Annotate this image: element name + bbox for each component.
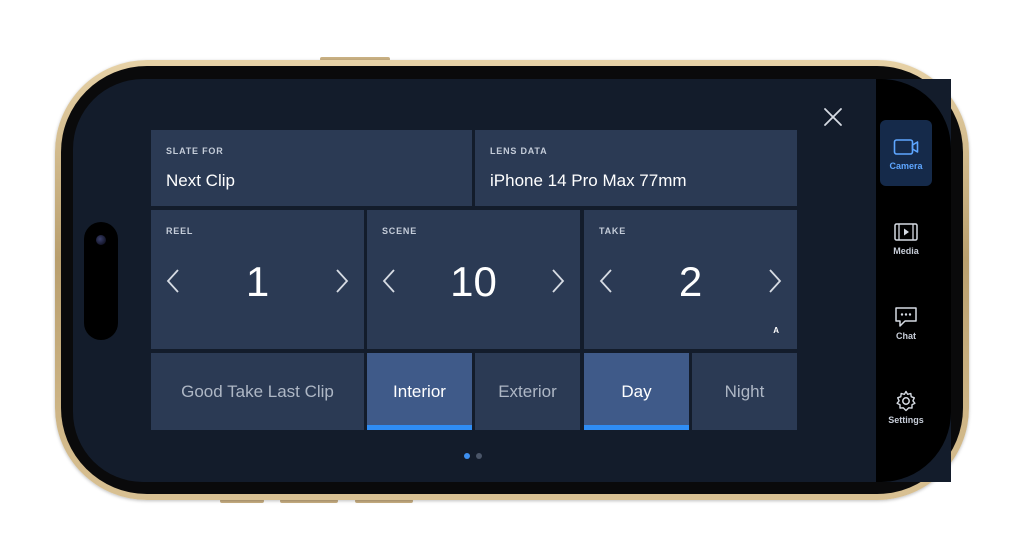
night-toggle[interactable]: Night: [692, 353, 797, 430]
slate-for-label: SLATE FOR: [166, 146, 224, 156]
good-take-button[interactable]: Good Take Last Clip: [151, 353, 364, 430]
slate-for-field[interactable]: SLATE FOR Next Clip: [151, 130, 472, 206]
sidebar-item-chat[interactable]: Chat: [880, 290, 932, 356]
reel-increment-icon[interactable]: [334, 268, 350, 294]
reel-label: REEL: [166, 226, 194, 236]
gear-icon: [896, 390, 916, 411]
page-dot[interactable]: [476, 453, 482, 459]
take-label: TAKE: [599, 226, 627, 236]
lens-data-value: iPhone 14 Pro Max 77mm: [490, 171, 687, 190]
scene-value: 10: [450, 258, 497, 305]
scene-label: SCENE: [382, 226, 418, 236]
page-dot-active[interactable]: [464, 453, 470, 459]
close-icon[interactable]: [822, 106, 844, 128]
sidebar-item-media[interactable]: Media: [880, 205, 932, 271]
lens-data-label: LENS DATA: [490, 146, 548, 156]
page-indicator[interactable]: [464, 453, 482, 459]
sidebar-item-label: Settings: [888, 414, 924, 425]
lens-data-field[interactable]: LENS DATA iPhone 14 Pro Max 77mm: [475, 130, 797, 206]
interior-toggle[interactable]: Interior: [367, 353, 472, 430]
reel-stepper: REEL 1: [151, 210, 364, 349]
sidebar-item-settings[interactable]: Settings: [880, 374, 932, 440]
dynamic-island: [84, 222, 118, 340]
reel-value: 1: [245, 258, 270, 305]
film-icon: [894, 222, 918, 241]
take-increment-icon[interactable]: [767, 268, 783, 294]
scene-stepper: SCENE 10: [367, 210, 580, 349]
front-camera-lens: [96, 235, 106, 245]
sidebar-item-label: Camera: [889, 160, 923, 171]
exterior-toggle[interactable]: Exterior: [475, 353, 580, 430]
chat-icon: [895, 306, 917, 327]
take-auto-badge[interactable]: A: [773, 326, 779, 335]
sidebar-item-label: Chat: [896, 330, 916, 341]
slate-for-value: Next Clip: [166, 171, 235, 190]
take-stepper: TAKE 2 A: [584, 210, 797, 349]
camera-icon: [893, 138, 919, 155]
scene-increment-icon[interactable]: [550, 268, 566, 294]
sidebar-item-label: Media: [893, 245, 919, 256]
take-value: 2: [678, 258, 703, 305]
sidebar-item-camera[interactable]: Camera: [880, 120, 932, 186]
day-toggle[interactable]: Day: [584, 353, 689, 430]
